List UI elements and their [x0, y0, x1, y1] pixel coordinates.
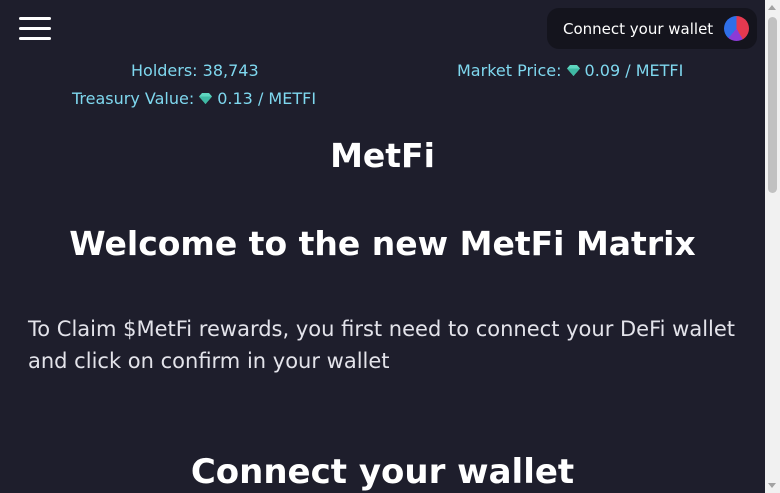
menu-line [19, 27, 51, 30]
diamond-icon [199, 93, 213, 104]
menu-line [19, 37, 51, 40]
welcome-heading: Welcome to the new MetFi Matrix [69, 224, 696, 263]
market-price-label: Market Price: [457, 61, 562, 80]
connect-wallet-button[interactable]: Connect your wallet [547, 8, 757, 49]
page: Connect your wallet Holders: 38,743 Mark… [0, 0, 765, 493]
connect-wallet-label: Connect your wallet [563, 19, 714, 38]
brand-title: MetFi [330, 136, 435, 175]
menu-line [19, 17, 51, 20]
scrollbar-thumb[interactable] [768, 17, 777, 193]
scroll-down-arrow-icon[interactable] [768, 483, 776, 488]
intro-text: To Claim $MetFi rewards, you first need … [28, 317, 736, 373]
scroll-up-arrow-icon[interactable] [768, 5, 776, 10]
holders-stat: Holders: 38,743 [131, 61, 259, 80]
connect-wallet-heading: Connect your wallet [190, 452, 575, 492]
holders-text: Holders: 38,743 [131, 61, 259, 80]
wallet-provider-icon [724, 16, 749, 41]
market-price-stat: Market Price: 0.09 / METFI [457, 61, 683, 80]
market-price-value: 0.09 / METFI [584, 61, 684, 80]
treasury-value-stat: Treasury Value: 0.13 / METFI [72, 89, 316, 108]
vertical-scrollbar[interactable] [765, 0, 780, 493]
treasury-value: 0.13 / METFI [217, 89, 317, 108]
diamond-icon [566, 65, 580, 76]
hamburger-menu-icon[interactable] [19, 17, 51, 41]
treasury-label: Treasury Value: [72, 89, 195, 108]
